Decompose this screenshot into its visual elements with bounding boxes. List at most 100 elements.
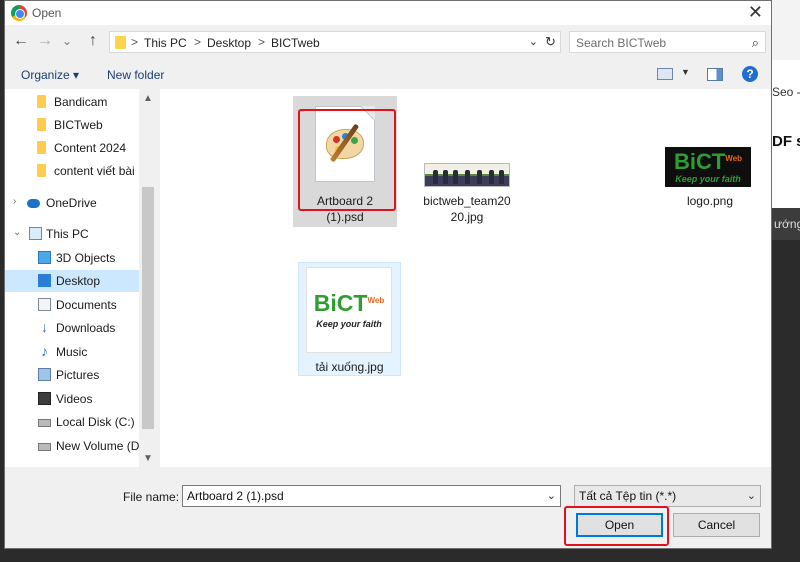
navigation-pane: Bandicam BICTweb Content 2024 content vi… <box>5 89 157 467</box>
new-volume-icon <box>38 443 51 451</box>
highlight-box <box>564 506 669 546</box>
chevron-down-icon[interactable]: ⌄ <box>747 489 756 502</box>
music-icon: ♪ <box>41 343 48 359</box>
logo-thumbnail: BiCTWeb Keep your faith <box>306 267 392 353</box>
sidebar-item-desktop[interactable]: Desktop <box>5 270 139 292</box>
chevron-down-icon[interactable]: ⌄ <box>529 35 538 48</box>
open-file-dialog: Open ✕ ← → ⌄ ↑ > This PC > Desktop > BIC… <box>4 0 772 549</box>
search-input[interactable]: Search BICTweb ⌕ <box>569 31 766 53</box>
sidebar-item-label: BICTweb <box>54 118 103 132</box>
logo-thumbnail: BiCTWeb Keep your faith <box>665 147 751 187</box>
downloads-icon: ↓ <box>41 319 48 335</box>
scroll-up-arrow-icon[interactable]: ▲ <box>143 93 153 104</box>
sidebar-item-videos[interactable]: Videos <box>5 388 139 410</box>
chevron-down-icon[interactable]: ⌄ <box>13 227 21 238</box>
sidebar-item-3d-objects[interactable]: 3D Objects <box>5 247 139 269</box>
sidebar-item-onedrive[interactable]: › OneDrive <box>5 192 139 214</box>
file-name: (1).psd <box>326 210 364 224</box>
videos-icon <box>38 392 51 405</box>
help-icon[interactable]: ? <box>742 66 758 82</box>
back-button[interactable]: ← <box>11 31 31 51</box>
sidebar-item-bandicam[interactable]: Bandicam <box>5 91 139 113</box>
folder-icon <box>37 118 46 131</box>
sidebar-item-content-viet-bai[interactable]: content viết bài <box>5 160 139 182</box>
file-name: 20.jpg <box>450 210 484 224</box>
sidebar-item-this-pc[interactable]: ⌄ This PC <box>5 223 139 245</box>
sidebar-item-label: 3D Objects <box>56 251 116 265</box>
breadcrumb-bictweb[interactable]: BICTweb <box>271 36 320 50</box>
sidebar-item-documents[interactable]: Documents <box>5 294 139 316</box>
file-name-label: File name: <box>123 490 180 504</box>
sidebar-item-label: Content 2024 <box>54 141 127 155</box>
sidebar-item-music[interactable]: ♪ Music <box>5 341 139 363</box>
breadcrumb-separator: > <box>131 35 139 49</box>
folder-icon <box>37 141 46 154</box>
image-thumbnail <box>424 163 510 187</box>
this-pc-icon <box>29 227 42 240</box>
address-bar[interactable]: > This PC > Desktop > BICTweb ⌄ <box>109 31 542 53</box>
recent-locations-button[interactable]: ⌄ <box>57 31 77 51</box>
view-options-dropdown[interactable]: ▼ <box>681 67 690 77</box>
sidebar-item-content-2024[interactable]: Content 2024 <box>5 137 139 159</box>
file-name: logo.png <box>686 194 734 208</box>
background-text-seo: Seo - <box>772 85 800 99</box>
up-button[interactable]: ↑ <box>83 31 103 51</box>
title-bar: Open ✕ <box>5 1 771 25</box>
sidebar-item-local-disk-c[interactable]: Local Disk (C:) <box>5 411 139 433</box>
highlight-box <box>298 109 396 211</box>
cancel-button[interactable]: Cancel <box>673 513 760 537</box>
file-list: Artboard 2 (1).psd bictweb_team20 20.jpg… <box>160 89 771 467</box>
breadcrumb-this-pc[interactable]: This PC <box>144 36 187 50</box>
sidebar-item-new-volume-d[interactable]: New Volume (D:) <box>5 435 147 457</box>
file-type-value: Tất cả Tệp tin (*.*) <box>579 489 677 503</box>
chevron-right-icon[interactable]: › <box>13 196 16 207</box>
search-placeholder: Search BICTweb <box>576 36 667 50</box>
sidebar-item-label: This PC <box>46 227 89 241</box>
refresh-button[interactable]: ↻ <box>541 31 561 53</box>
sidebar-item-pictures[interactable]: Pictures <box>5 364 139 386</box>
preview-pane-icon[interactable] <box>707 68 723 81</box>
file-item-tai-xuong-jpg[interactable]: BiCTWeb Keep your faith tải xuống.jpg <box>298 262 401 376</box>
folder-icon <box>37 164 46 177</box>
navigation-scrollbar[interactable]: ▲ ▼ <box>139 89 157 467</box>
search-icon: ⌕ <box>751 35 759 50</box>
chrome-icon <box>11 5 27 21</box>
background-dark-area <box>772 240 800 562</box>
local-disk-icon <box>38 419 51 427</box>
sidebar-item-label: New Volume (D:) <box>56 439 147 453</box>
documents-icon <box>38 298 51 311</box>
sidebar-item-label: Local Disk (C:) <box>56 415 135 429</box>
scrollbar-thumb[interactable] <box>142 187 154 429</box>
command-bar: Organize ▾ New folder ▼ ? <box>5 62 771 86</box>
file-item-logo-png[interactable]: BiCTWeb Keep your faith logo.png <box>658 134 762 214</box>
sidebar-item-bictweb[interactable]: BICTweb <box>5 114 139 136</box>
file-type-select[interactable]: Tất cả Tệp tin (*.*) ⌄ <box>574 485 761 507</box>
onedrive-icon <box>27 199 40 208</box>
sidebar-item-label: OneDrive <box>46 196 97 210</box>
breadcrumb-separator: > <box>194 35 202 49</box>
new-folder-button[interactable]: New folder <box>107 68 164 82</box>
pictures-icon <box>38 368 51 381</box>
background-browser: Seo - DF s ướng <box>772 0 800 562</box>
sidebar-item-label: Downloads <box>56 321 116 335</box>
folder-icon <box>115 36 126 49</box>
file-name-field[interactable]: Artboard 2 (1).psd ⌄ <box>182 485 561 507</box>
breadcrumb-desktop[interactable]: Desktop <box>207 36 251 50</box>
sidebar-item-label: Pictures <box>56 368 100 382</box>
sidebar-item-downloads[interactable]: ↓ Downloads <box>5 317 139 339</box>
background-tab-text: ướng <box>772 208 800 240</box>
file-item-bictweb-team-jpg[interactable]: bictweb_team20 20.jpg <box>415 151 519 231</box>
chevron-down-icon[interactable]: ⌄ <box>547 489 556 502</box>
sidebar-item-label: Bandicam <box>54 95 108 109</box>
forward-button[interactable]: → <box>35 31 55 51</box>
file-name-value: Artboard 2 (1).psd <box>187 489 284 503</box>
folder-icon <box>37 95 46 108</box>
close-button[interactable]: ✕ <box>748 2 763 22</box>
sidebar-item-label: Desktop <box>56 274 101 288</box>
file-name: bictweb_team20 <box>423 194 511 208</box>
scroll-down-arrow-icon[interactable]: ▼ <box>143 453 153 464</box>
change-view-icon[interactable] <box>657 68 673 80</box>
sidebar-item-label: content viết bài <box>54 164 135 178</box>
sidebar-item-label: Music <box>56 345 88 359</box>
organize-button[interactable]: Organize ▾ <box>21 68 79 82</box>
